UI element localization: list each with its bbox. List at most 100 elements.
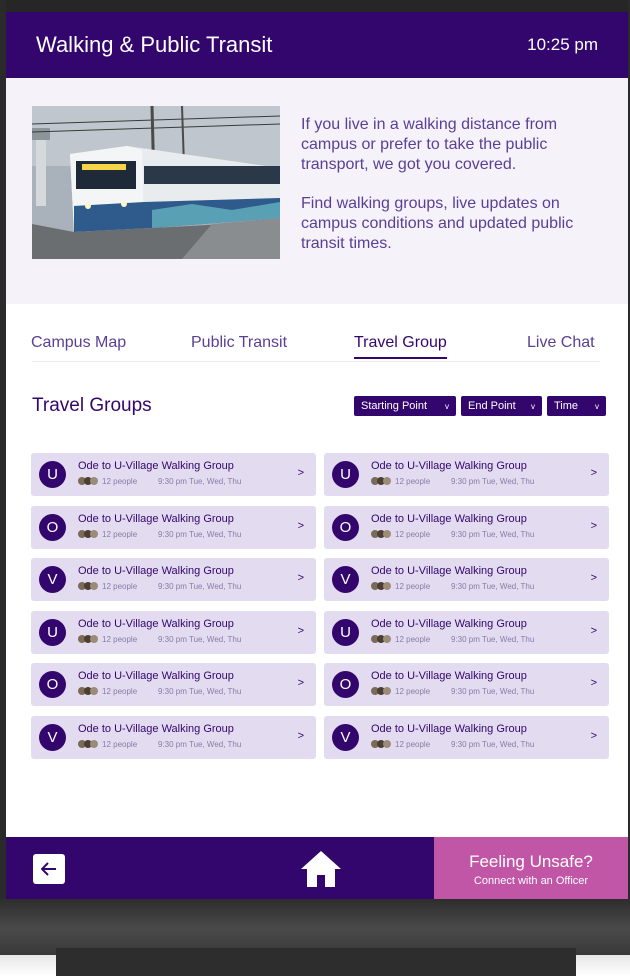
group-avatar: O <box>39 513 66 541</box>
travel-group-card[interactable]: U Ode to U-Village Walking Group 12 people… <box>31 453 316 496</box>
member-avatars-icon <box>371 582 391 591</box>
member-avatars-icon <box>371 477 391 485</box>
group-member-count: 12 people <box>102 634 138 644</box>
group-member-count: 12 people <box>102 687 138 697</box>
member-avatars-icon <box>371 740 391 748</box>
tab-campus-map[interactable]: Campus Map <box>31 334 126 357</box>
tab-bar: Campus Map Public Transit Travel Group L… <box>6 334 628 364</box>
group-schedule: 9:30 pm Tue, Wed, Thu <box>158 529 242 539</box>
group-schedule: 9:30 pm Tue, Wed, Thu <box>451 687 535 697</box>
chevron-right-icon: > <box>297 467 304 479</box>
travel-group-card[interactable]: O Ode to U-Village Walking Group 12 people… <box>31 663 316 707</box>
group-schedule: 9:30 pm Tue, Wed, Thu <box>158 582 242 592</box>
chevron-right-icon: > <box>297 572 304 585</box>
group-schedule: 9:30 pm Tue, Wed, Thu <box>158 740 242 749</box>
group-member-count: 12 people <box>395 477 431 486</box>
tab-public-transit[interactable]: Public Transit <box>191 334 287 357</box>
kiosk-bezel-top <box>0 0 630 12</box>
back-button[interactable] <box>33 854 65 884</box>
travel-group-card[interactable]: O Ode to U-Village Walking Group 12 people… <box>324 663 609 707</box>
tab-live-chat[interactable]: Live Chat <box>527 334 595 357</box>
home-icon[interactable] <box>299 849 343 889</box>
group-title: Ode to U-Village Walking Group <box>371 460 527 472</box>
group-avatar: V <box>39 566 66 594</box>
travel-group-card[interactable]: U Ode to U-Village Walking Group 12 people… <box>31 610 316 654</box>
section-title: Travel Groups <box>32 395 152 416</box>
tab-divider <box>32 361 600 362</box>
group-member-count: 12 people <box>395 687 431 697</box>
chevron-right-icon: > <box>590 677 597 690</box>
travel-group-card[interactable]: U Ode to U-Village Walking Group 12 people… <box>324 453 609 496</box>
travel-group-card[interactable]: V Ode to U-Village Walking Group 12 people… <box>324 558 609 602</box>
filter-label: Starting Point <box>361 400 428 412</box>
hero-paragraph-features: Find walking groups, live updates on cam… <box>301 195 574 252</box>
travel-group-card[interactable]: V Ode to U-Village Walking Group 12 people… <box>31 558 316 602</box>
chevron-down-icon: v <box>531 401 535 411</box>
group-schedule: 9:30 pm Tue, Wed, Thu <box>451 740 535 749</box>
group-avatar: O <box>332 671 359 699</box>
group-title: Ode to U-Village Walking Group <box>371 565 527 578</box>
member-avatars-icon <box>78 740 98 748</box>
group-avatar: V <box>332 724 359 751</box>
unsafe-title: Feeling Unsafe? <box>469 852 593 871</box>
feeling-unsafe-button[interactable]: Feeling Unsafe? Connect with an Officer <box>434 837 628 899</box>
travel-group-card[interactable]: V Ode to U-Village Walking Group 12 people… <box>324 716 609 759</box>
filter-time[interactable]: Time v <box>547 396 606 416</box>
group-member-count: 12 people <box>395 582 431 592</box>
chevron-right-icon: > <box>297 624 304 637</box>
member-avatars-icon <box>371 529 391 538</box>
group-member-count: 12 people <box>395 529 431 539</box>
group-avatar: O <box>39 671 66 699</box>
group-schedule: 9:30 pm Tue, Wed, Thu <box>451 477 535 486</box>
tab-travel-group[interactable]: Travel Group <box>354 334 447 359</box>
chevron-right-icon: > <box>297 677 304 690</box>
group-avatar: U <box>332 461 359 488</box>
group-schedule: 9:30 pm Tue, Wed, Thu <box>451 634 535 644</box>
travel-group-card[interactable]: O Ode to U-Village Walking Group 12 people… <box>31 505 316 549</box>
filter-label: End Point <box>468 400 516 412</box>
hero-section: If you live in a walking distance from c… <box>6 78 628 304</box>
unsafe-subtitle: Connect with an Officer <box>473 875 589 887</box>
travel-group-card[interactable]: V Ode to U-Village Walking Group 12 people… <box>31 716 316 759</box>
app-header: Walking & Public Transit 10:25 pm <box>6 12 628 78</box>
member-avatars-icon <box>78 529 98 538</box>
travel-group-card[interactable]: U Ode to U-Village Walking Group 12 people… <box>324 610 609 654</box>
group-avatar: V <box>332 566 359 594</box>
member-avatars-icon <box>78 477 98 485</box>
member-avatars-icon <box>371 634 391 643</box>
group-title: Ode to U-Village Walking Group <box>78 723 234 735</box>
filter-starting-point[interactable]: Starting Point v <box>354 396 456 416</box>
kiosk-screen: Walking & Public Transit 10:25 pm If you… <box>6 12 628 899</box>
group-title: Ode to U-Village Walking Group <box>78 460 234 472</box>
group-member-count: 12 people <box>102 529 138 539</box>
member-avatars-icon <box>78 582 98 591</box>
group-title: Ode to U-Village Walking Group <box>78 670 234 683</box>
group-avatar: U <box>39 618 66 646</box>
chevron-right-icon: > <box>590 572 597 585</box>
chevron-right-icon: > <box>590 624 597 637</box>
group-title: Ode to U-Village Walking Group <box>371 512 527 525</box>
group-schedule: 9:30 pm Tue, Wed, Thu <box>451 529 535 539</box>
chevron-down-icon: v <box>445 401 449 411</box>
group-schedule: 9:30 pm Tue, Wed, Thu <box>158 477 242 486</box>
chevron-right-icon: > <box>297 519 304 532</box>
member-avatars-icon <box>78 687 98 696</box>
group-member-count: 12 people <box>102 582 138 592</box>
filter-end-point[interactable]: End Point v <box>461 396 542 416</box>
group-member-count: 12 people <box>395 740 431 749</box>
group-title: Ode to U-Village Walking Group <box>371 617 527 630</box>
arrow-left-icon <box>41 862 56 876</box>
member-avatars-icon <box>371 687 391 696</box>
bottom-bar: Feeling Unsafe? Connect with an Officer <box>6 837 628 899</box>
group-title: Ode to U-Village Walking Group <box>78 617 234 630</box>
chevron-right-icon: > <box>590 519 597 532</box>
group-title: Ode to U-Village Walking Group <box>78 565 234 578</box>
chevron-right-icon: > <box>590 730 597 742</box>
group-title: Ode to U-Village Walking Group <box>371 670 527 683</box>
chevron-down-icon: v <box>595 401 599 411</box>
light-rail-train-image <box>32 106 280 259</box>
group-member-count: 12 people <box>395 634 431 644</box>
travel-group-card[interactable]: O Ode to U-Village Walking Group 12 people… <box>324 505 609 549</box>
group-title: Ode to U-Village Walking Group <box>371 723 527 735</box>
group-avatar: U <box>332 618 359 646</box>
